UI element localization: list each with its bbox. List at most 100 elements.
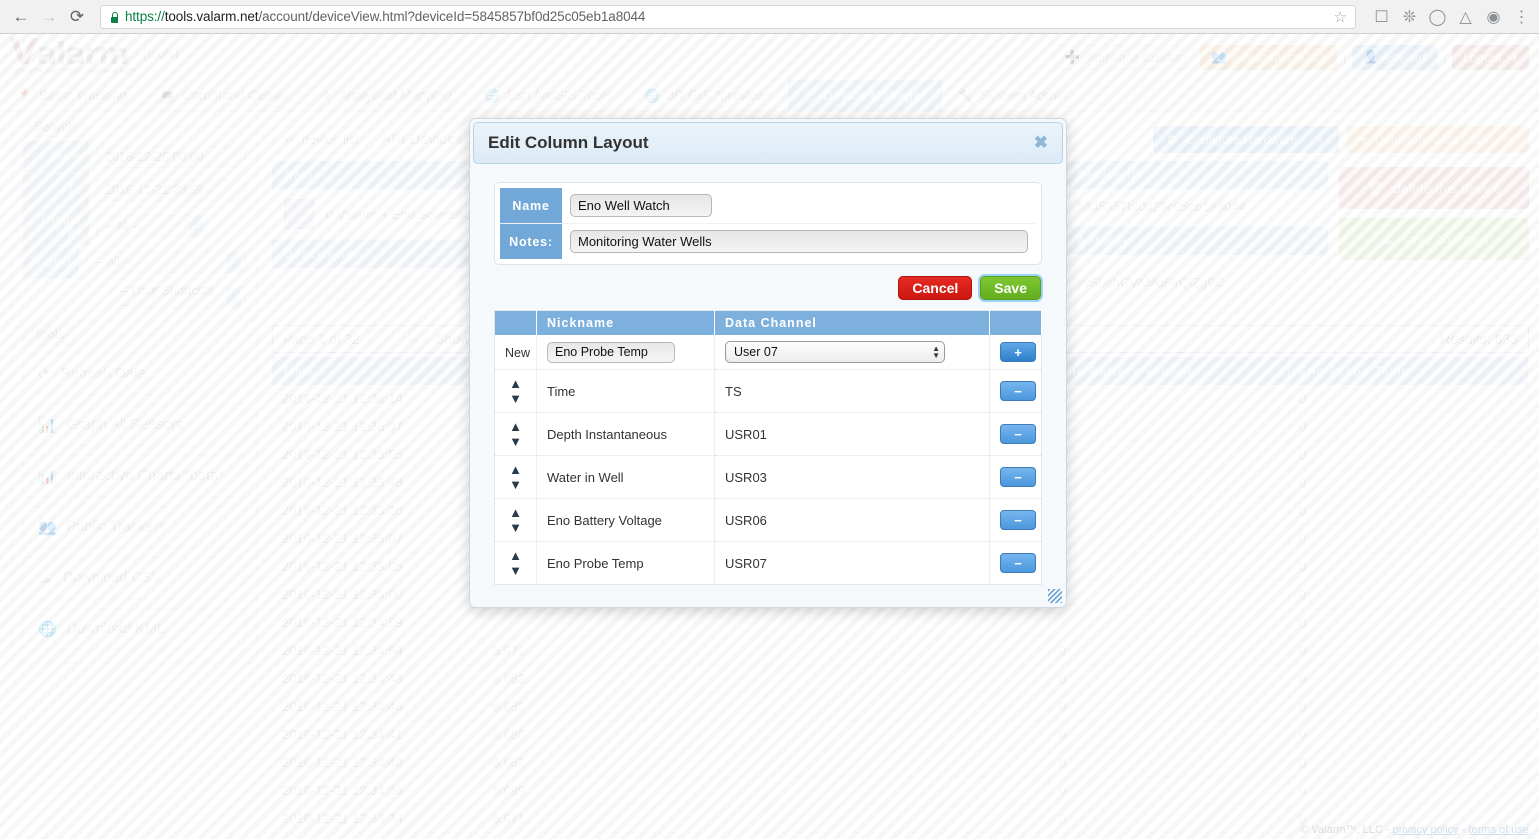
date-shortcuts-row: -- Date Shortcuts -- ▲ ▼ bbox=[23, 279, 246, 312]
last-page-button[interactable]: » bbox=[401, 329, 428, 349]
reload-icon[interactable]: ⟳ bbox=[64, 4, 90, 30]
cancel-button[interactable]: Cancel bbox=[898, 276, 973, 300]
configure-data-path-button[interactable]: ▾ Configure Data Path ▼ bbox=[1346, 126, 1529, 153]
configure-hardware-button[interactable]: ⚙ Configure Hardware ▼ bbox=[1152, 126, 1339, 153]
row-nickname[interactable]: Depth Instantaneous bbox=[536, 412, 715, 456]
next-page-button[interactable]: › bbox=[367, 329, 394, 349]
wrench-icon: 🔧 bbox=[957, 87, 974, 103]
api-key-col: API Key bbox=[1064, 227, 1329, 255]
cell-temp: 0 bbox=[1288, 440, 1529, 469]
cast-icon[interactable]: ☐ bbox=[1372, 7, 1391, 26]
nav-tab-analytical-mapping[interactable]: ✚ Analytical Mapping bbox=[305, 80, 468, 111]
page-indicator: Page 1 of 32 bbox=[283, 331, 360, 347]
new-row-channel-cell: User 07 ▲ ▼ bbox=[714, 335, 990, 370]
dialog-name-input[interactable]: Eno Well Watch bbox=[570, 194, 712, 217]
record-icon[interactable]: ◉ bbox=[1484, 7, 1503, 26]
dialog-notes-input[interactable]: Monitoring Water Wells bbox=[570, 230, 1028, 253]
address-bar[interactable]: https://tools.valarm.net/account/deviceV… bbox=[100, 4, 1356, 29]
save-changes-button[interactable]: ☁ save changes bbox=[1339, 218, 1529, 260]
terms-of-use-link[interactable]: terms of use bbox=[1468, 824, 1529, 836]
row-nickname[interactable]: Time bbox=[536, 369, 715, 413]
browser-menu-icon[interactable]: ⋮ bbox=[1512, 7, 1531, 26]
nav-tab-3d-gis[interactable]: 🌐 3D GIS *preview* bbox=[628, 80, 788, 111]
logout-button[interactable]: Logout ➜ bbox=[1452, 45, 1529, 70]
sort-updown-icon[interactable]: ▲ ▼ bbox=[509, 462, 522, 492]
row-data-channel[interactable]: USR03 bbox=[714, 455, 990, 499]
row-nickname[interactable]: Eno Battery Voltage bbox=[536, 498, 715, 542]
sort-updown-icon[interactable]: ▲ ▼ bbox=[509, 376, 522, 406]
col-time[interactable]: Time bbox=[272, 357, 483, 385]
close-icon[interactable]: ✖ bbox=[1034, 133, 1048, 153]
drive-icon[interactable]: △ bbox=[1456, 7, 1475, 26]
col-eno-battery-voltage[interactable]: Eno Battery Voltage bbox=[1048, 357, 1289, 385]
row-nickname[interactable]: Eno Probe Temp bbox=[536, 541, 715, 585]
trigger-select[interactable]: -- all -- ▲ ▼ bbox=[86, 251, 247, 273]
account-button[interactable]: 👥 edwardAccount1 bbox=[1200, 45, 1337, 70]
tool-graph-all-sensors[interactable]: 📊 Graph All Sensors bbox=[23, 404, 246, 446]
save-button[interactable]: Save bbox=[980, 276, 1041, 300]
col-eno-probe-temp[interactable]: Eno Probe Temp bbox=[1288, 357, 1529, 385]
remove-column-button[interactable]: − bbox=[1000, 424, 1036, 444]
nav-tab-system-admin[interactable]: 🔧 System Admin bbox=[942, 80, 1083, 111]
bug-icon[interactable]: ❊ bbox=[1400, 7, 1419, 26]
tool-interactive-charts[interactable]: 📊 Interactive Charts *beta* bbox=[23, 455, 246, 497]
row-nickname[interactable]: Water in Well bbox=[536, 455, 715, 499]
tool-download-csv[interactable]: ☁ Download CSV bbox=[23, 557, 246, 599]
to-date-input[interactable]: 2016-12-21 23:59 bbox=[96, 179, 246, 201]
from-date-input[interactable]: 2016-12-20 00:00 bbox=[96, 146, 246, 168]
remove-column-button[interactable]: − bbox=[1000, 467, 1036, 487]
sort-updown-icon[interactable]: ▲ ▼ bbox=[509, 419, 522, 449]
device-thumbnail[interactable] bbox=[284, 199, 314, 229]
tool-refresh-data[interactable]: ⟳ Refresh Data bbox=[23, 353, 246, 395]
tool-download-kml[interactable]: 🌐 Download KML bbox=[23, 608, 246, 650]
table-row: 2016-12-21 12:34:41 6.688 0 0 bbox=[272, 720, 1529, 749]
cell-temp: 0 bbox=[1288, 748, 1529, 777]
tool-label: Refresh Data bbox=[60, 366, 147, 382]
new-nickname-input[interactable]: Eno Probe Temp bbox=[547, 341, 675, 363]
cloud-upload-icon: ☁ bbox=[1379, 230, 1394, 247]
dialog-action-buttons: Cancel Save bbox=[494, 276, 1042, 300]
purchase-credits-button[interactable]: ➕ Purchase Credits bbox=[1052, 45, 1195, 70]
new-data-channel-select[interactable]: User 07 ▲ ▼ bbox=[725, 341, 945, 363]
cell-water bbox=[765, 748, 1050, 777]
valarm-logo[interactable]: Valarm MONITOR ANYTHING, ANYWHERE™ bbox=[10, 35, 136, 76]
resize-handle[interactable] bbox=[1048, 589, 1062, 603]
cell-battery: 0 bbox=[1048, 692, 1289, 721]
drag-handle-cell[interactable]: ▲ ▼ bbox=[494, 412, 537, 456]
sort-updown-icon[interactable]: ▲ ▼ bbox=[509, 505, 522, 535]
monitor-icon: 💻 bbox=[158, 87, 176, 103]
remove-column-button[interactable]: − bbox=[1000, 381, 1036, 401]
cell-depth: 6.688 bbox=[482, 832, 766, 839]
delete-device-button[interactable]: 🗑 delete this device bbox=[1339, 167, 1529, 209]
row-data-channel[interactable]: TS bbox=[714, 369, 990, 413]
date-shortcuts-select[interactable]: -- Date Shortcuts -- ▲ ▼ bbox=[111, 284, 246, 312]
drag-handle-cell[interactable]: ▲ ▼ bbox=[494, 541, 537, 585]
trigger-type-select[interactable]: -- all -- ▲ ▼ bbox=[96, 215, 208, 237]
row-data-channel[interactable]: USR07 bbox=[714, 541, 990, 585]
add-column-button[interactable]: + bbox=[1000, 342, 1036, 362]
row-data-channel[interactable]: USR06 bbox=[714, 498, 990, 542]
sort-updown-icon[interactable]: ▲ ▼ bbox=[509, 548, 522, 578]
forward-arrow-icon[interactable]: → bbox=[36, 4, 62, 30]
chevron-updown-icon: ▲ ▼ bbox=[932, 344, 940, 360]
tool-public-trackers[interactable]: 👥 Public Trackers bbox=[23, 506, 246, 548]
remove-column-button[interactable]: − bbox=[1000, 510, 1036, 530]
back-arrow-icon[interactable]: ← bbox=[8, 4, 34, 30]
remove-column-button[interactable]: − bbox=[1000, 553, 1036, 573]
drag-handle-cell[interactable]: ▲ ▼ bbox=[494, 369, 537, 413]
nav-tab-esri-arcgis-tools[interactable]: 🌐 Esri ArcGIS Tools bbox=[468, 80, 628, 111]
drag-handle-cell[interactable]: ▲ ▼ bbox=[494, 455, 537, 499]
cell-battery: 0 bbox=[1048, 664, 1289, 693]
privacy-policy-link[interactable]: privacy policy bbox=[1393, 824, 1459, 836]
row-data-channel[interactable]: USR01 bbox=[714, 412, 990, 456]
drag-handle-cell[interactable]: ▲ ▼ bbox=[494, 498, 537, 542]
nav-tab-device-manager[interactable]: ☐ Device Manager bbox=[788, 80, 942, 111]
bookmark-star-icon[interactable]: ☆ bbox=[1334, 8, 1347, 26]
col-data-channel-header: Data Channel bbox=[714, 310, 990, 335]
cell-temp: 0 bbox=[1288, 776, 1529, 805]
nav-tab-command-center[interactable]: 💻 Command Center bbox=[143, 80, 305, 111]
user-button[interactable]: 👤 edward bbox=[1352, 45, 1437, 70]
shield-icon[interactable]: ◯ bbox=[1428, 7, 1447, 26]
device-list-button[interactable]: ↩ device list bbox=[272, 126, 371, 153]
nav-tab-basic-tracking[interactable]: 📍 Basic Tracking bbox=[0, 80, 143, 111]
